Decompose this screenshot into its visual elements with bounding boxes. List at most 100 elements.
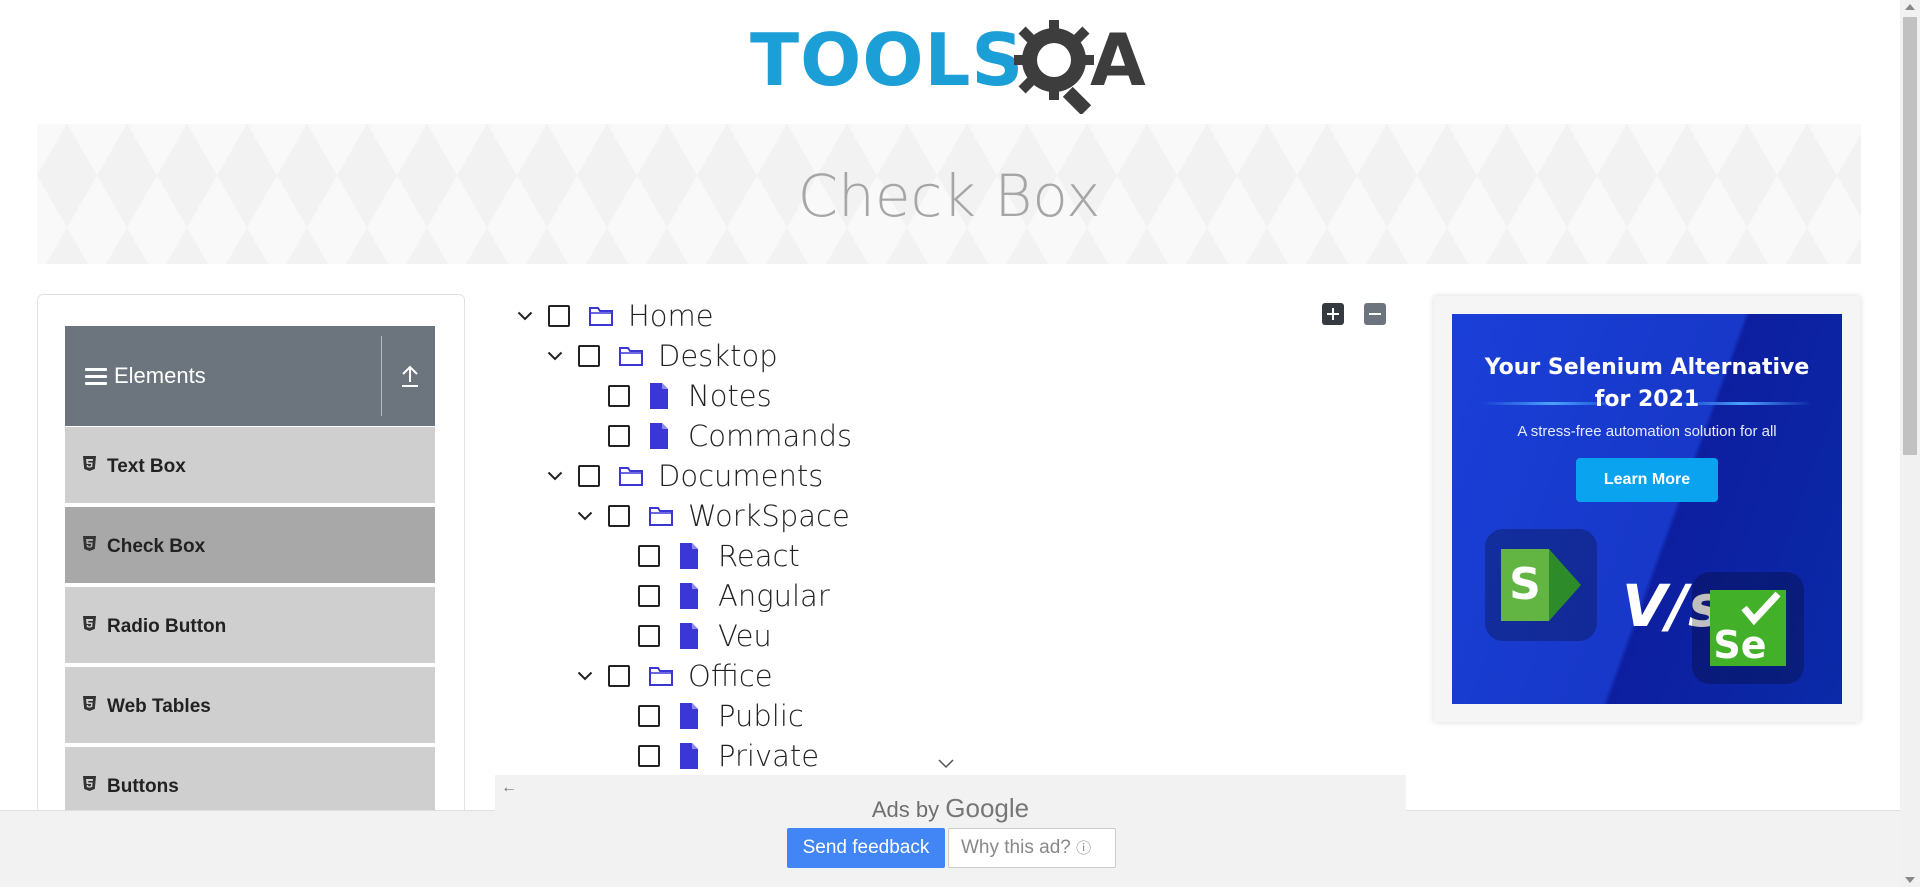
- sidebar-item-label: Web Tables: [107, 696, 211, 717]
- checkbox[interactable]: [638, 625, 660, 647]
- collapse-up-icon[interactable]: [399, 363, 421, 389]
- scroll-up-icon[interactable]: [1905, 4, 1915, 10]
- chevron-down-icon[interactable]: [510, 299, 540, 333]
- ads-by-google: Ads by Google: [495, 793, 1406, 824]
- checkbox[interactable]: [608, 385, 630, 407]
- gear-magnifier-icon: [1014, 20, 1094, 114]
- tree-node-label: WorkSpace: [688, 498, 850, 533]
- html5-icon: [83, 456, 96, 471]
- google-wordmark: Google: [945, 793, 1030, 823]
- checkbox[interactable]: [608, 505, 630, 527]
- sidebar-item-label: Check Box: [107, 536, 206, 557]
- tree-node-label: React: [718, 538, 800, 573]
- tree-node-label: Private: [718, 738, 820, 773]
- ad-subline: A stress-free automation solution for al…: [1517, 423, 1777, 440]
- tree-node-home[interactable]: Home: [510, 299, 714, 333]
- sidebar-item-check-box[interactable]: Check Box: [65, 507, 435, 585]
- chevron-down-icon[interactable]: [540, 459, 570, 493]
- html5-icon: [83, 696, 96, 711]
- folder-icon: [618, 462, 646, 490]
- chevron-down-icon[interactable]: [570, 499, 600, 533]
- selenium-logo: Se: [1692, 572, 1804, 684]
- tree-node-commands[interactable]: Commands: [570, 419, 852, 453]
- page-scrollbar[interactable]: [1900, 0, 1920, 887]
- tree-node-label: Angular: [718, 578, 830, 613]
- sidebar-item-label: Radio Button: [107, 616, 227, 637]
- why-this-ad-label: Why this ad?: [961, 837, 1071, 858]
- expand-all-button[interactable]: [1322, 303, 1344, 325]
- hamburger-icon: [85, 368, 107, 386]
- folder-icon: [648, 662, 676, 690]
- sidebar-item-radio-button[interactable]: Radio Button: [65, 587, 435, 665]
- checkbox[interactable]: [608, 665, 630, 687]
- tree-node-notes[interactable]: Notes: [570, 379, 772, 413]
- info-icon: ⓘ: [1076, 840, 1092, 857]
- file-icon: [648, 382, 676, 410]
- scrollbar-thumb[interactable]: [1903, 17, 1917, 455]
- learn-more-button[interactable]: Learn More: [1576, 458, 1718, 502]
- sidebar-group-title: Elements: [114, 363, 206, 388]
- selenium-letters: Se: [1713, 623, 1766, 667]
- tree-node-documents[interactable]: Documents: [540, 459, 823, 493]
- file-icon: [678, 622, 706, 650]
- tree-node-private[interactable]: Private: [600, 739, 819, 773]
- sidebar-group-elements[interactable]: Elements: [65, 326, 435, 426]
- tree-node-label: Home: [628, 298, 714, 333]
- tree-node-label: Desktop: [658, 338, 778, 373]
- sidebar-item-web-tables[interactable]: Web Tables: [65, 667, 435, 745]
- tree-node-desktop[interactable]: Desktop: [540, 339, 778, 373]
- html5-icon: [83, 536, 96, 551]
- tree-node-react[interactable]: React: [600, 539, 800, 573]
- checkbox[interactable]: [578, 345, 600, 367]
- checkbox[interactable]: [608, 425, 630, 447]
- sidebar-item-text-box[interactable]: Text Box: [65, 427, 435, 505]
- tree-node-workspace[interactable]: WorkSpace: [570, 499, 850, 533]
- tree-node-public[interactable]: Public: [600, 699, 804, 733]
- chevron-down-icon[interactable]: [540, 339, 570, 373]
- collapse-all-button[interactable]: [1364, 303, 1386, 325]
- send-feedback-button[interactable]: Send feedback: [787, 828, 945, 868]
- toolsqa-logo[interactable]: TOOLS A: [750, 16, 1155, 114]
- checkbox[interactable]: [638, 745, 660, 767]
- file-icon: [678, 582, 706, 610]
- file-icon: [678, 742, 706, 770]
- file-icon: [678, 542, 706, 570]
- sidebar-item-label: Buttons: [107, 776, 179, 797]
- file-icon: [678, 702, 706, 730]
- tree-node-label: Veu: [718, 618, 772, 653]
- divider: [381, 336, 382, 416]
- checkbox[interactable]: [638, 585, 660, 607]
- why-this-ad-button[interactable]: Why this ad? ⓘ: [948, 828, 1116, 868]
- checkbox[interactable]: [548, 305, 570, 327]
- tree-node-label: Documents: [658, 458, 824, 493]
- checkbox[interactable]: [578, 465, 600, 487]
- chevron-down-icon[interactable]: [570, 659, 600, 693]
- tree-node-angular[interactable]: Angular: [600, 579, 830, 613]
- tree-node-label: Public: [718, 698, 804, 733]
- tree-node-label: Office: [688, 658, 773, 693]
- folder-icon: [648, 502, 676, 530]
- tree-node-label: Notes: [688, 378, 772, 413]
- scroll-down-icon[interactable]: [1905, 877, 1915, 883]
- google-ad-bar: ← Ads by Google Send feedback Why this a…: [495, 775, 1406, 887]
- ad-headline: Your Selenium Alternative for 2021: [1452, 352, 1842, 416]
- logo-text-a: A: [1090, 18, 1146, 102]
- sidebar-item-label: Text Box: [107, 456, 186, 477]
- ads-by-label: Ads by: [871, 797, 940, 822]
- tree-node-label: Commands: [688, 418, 853, 453]
- html5-icon: [83, 776, 96, 791]
- chevron-down-icon[interactable]: [937, 757, 955, 769]
- tree-node-office[interactable]: Office: [570, 659, 773, 693]
- page-banner: Check Box: [37, 124, 1861, 264]
- checkbox[interactable]: [638, 705, 660, 727]
- logo-text-tools: TOOLS: [750, 18, 1025, 102]
- checkbox[interactable]: [638, 545, 660, 567]
- file-icon: [648, 422, 676, 450]
- tree-node-veu[interactable]: Veu: [600, 619, 772, 653]
- advertisement[interactable]: Your Selenium Alternative for 2021 A str…: [1452, 314, 1842, 704]
